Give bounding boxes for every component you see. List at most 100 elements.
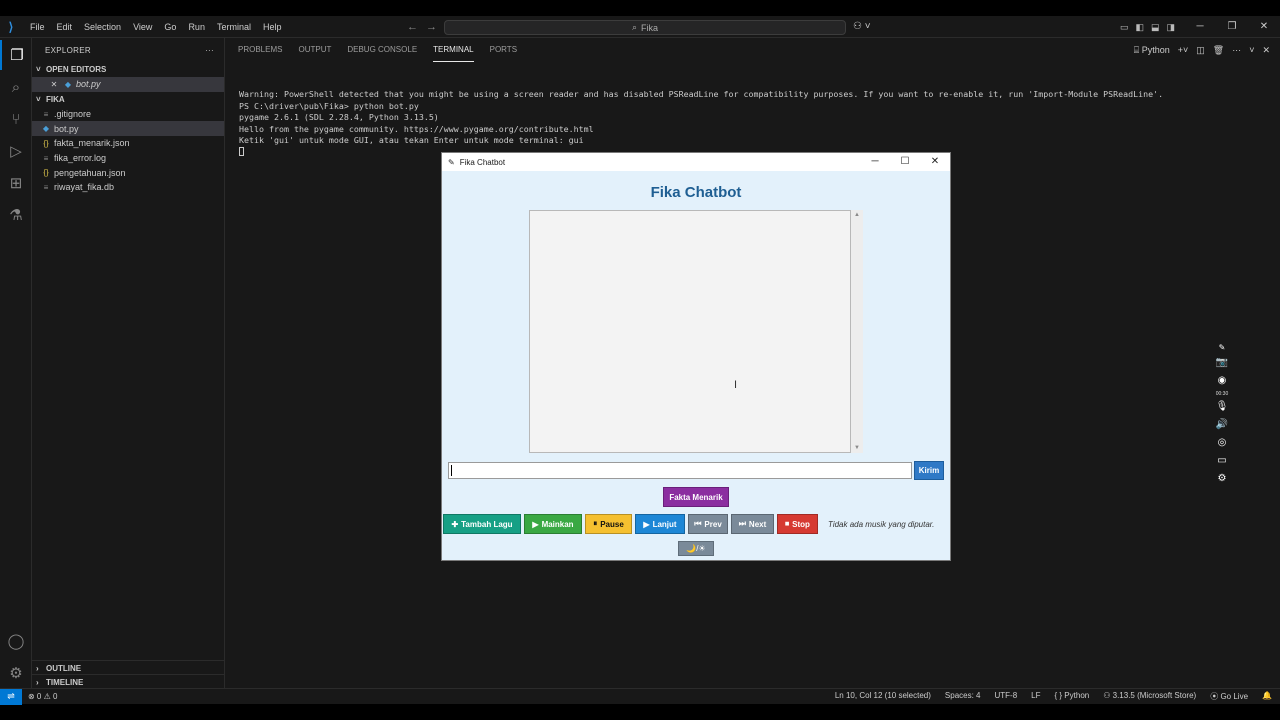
file-item[interactable]: ◆ bot.py	[32, 121, 224, 137]
open-editor-item[interactable]: ✕ ◆ bot.py	[32, 77, 224, 92]
folder-section[interactable]: ˅ FIKA	[32, 92, 224, 107]
pause-button[interactable]: ⏸ Pause	[585, 514, 632, 534]
toggle-sidebar-icon[interactable]: ◧	[1136, 16, 1145, 38]
file-name: fika_error.log	[54, 153, 107, 164]
python-interpreter[interactable]: ⚇ 3.13.5 (Microsoft Store)	[1103, 691, 1196, 702]
explorer-title: EXPLORER	[45, 45, 91, 55]
testing-icon[interactable]: ⚗	[0, 200, 32, 230]
lanjut-label: Lanjut	[652, 519, 677, 529]
tab-problems[interactable]: PROBLEMS	[238, 38, 282, 62]
file-item[interactable]: ≡ riwayat_fika.db	[32, 180, 224, 195]
terminal-shell-label[interactable]: ⌸ Python	[1134, 45, 1170, 56]
prev-button[interactable]: ⏮ Prev	[688, 514, 728, 534]
play-button[interactable]: ▶ Mainkan	[524, 514, 582, 534]
customize-layout-icon[interactable]: ▭	[1120, 16, 1129, 38]
maximize-icon[interactable]: ☐	[890, 153, 920, 171]
chat-history-area[interactable]	[529, 210, 851, 453]
minimize-icon[interactable]: ─	[860, 153, 890, 171]
file-item[interactable]: ≡ .gitignore	[32, 107, 224, 122]
record-timer: 00:30	[1215, 391, 1229, 397]
menu-terminal[interactable]: Terminal	[211, 16, 257, 38]
layout-controls: ▭ ◧ ⬓ ◨	[1120, 16, 1175, 38]
db-file-icon: ≡	[43, 182, 49, 192]
speaker-icon[interactable]: 🔊	[1216, 416, 1228, 434]
minimize-icon[interactable]: ─	[1184, 16, 1216, 38]
stop-button[interactable]: ⏹ Stop	[777, 514, 818, 534]
extensions-icon[interactable]: ⊞	[0, 168, 32, 198]
file-item[interactable]: {} pengetahuan.json	[32, 165, 224, 180]
settings-gear-icon[interactable]: ⚙	[0, 658, 32, 688]
encoding[interactable]: UTF-8	[995, 691, 1018, 702]
add-song-button[interactable]: ✚ Tambah Lagu	[443, 514, 521, 534]
command-center-search[interactable]: ⌕ Fika	[444, 20, 846, 35]
menu-edit[interactable]: Edit	[51, 16, 79, 38]
pen-icon[interactable]: ✎	[1219, 342, 1226, 354]
restore-icon[interactable]: ❐	[1216, 16, 1248, 38]
language-mode[interactable]: { } Python	[1055, 691, 1090, 702]
fika-window-controls: ─ ☐ ✕	[860, 153, 950, 171]
explorer-icon[interactable]: ❐	[0, 40, 32, 70]
panel-actions: ⌸ Python +˅ ◫ 🗑 ··· ˅ ✕	[1134, 38, 1270, 62]
file-item[interactable]: {} fakta_menarik.json	[32, 136, 224, 151]
menu-go[interactable]: Go	[158, 16, 182, 38]
tab-ports[interactable]: PORTS	[490, 38, 517, 62]
close-icon[interactable]: ✕	[1248, 16, 1280, 38]
file-item[interactable]: ≡ fika_error.log	[32, 151, 224, 166]
search-icon[interactable]: ⌕	[0, 72, 32, 102]
indentation[interactable]: Spaces: 4	[945, 691, 981, 702]
pause-label: Pause	[600, 519, 624, 529]
scroll-down-arrow-icon[interactable]: ▼	[851, 445, 863, 451]
menu-selection[interactable]: Selection	[78, 16, 127, 38]
camera-icon[interactable]: 📷	[1216, 354, 1228, 372]
window-icon[interactable]: ▭	[1217, 452, 1226, 470]
close-icon[interactable]: ✕	[920, 153, 950, 171]
lanjut-button[interactable]: ▶ Lanjut	[635, 514, 685, 534]
toggle-secondary-sidebar-icon[interactable]: ◨	[1167, 16, 1176, 38]
kill-terminal-icon[interactable]: 🗑	[1213, 45, 1224, 56]
source-control-icon[interactable]: ⑂	[0, 104, 32, 134]
split-terminal-icon[interactable]: ◫	[1196, 45, 1205, 56]
maximize-panel-icon[interactable]: ˅	[1249, 45, 1254, 55]
input-caret	[451, 465, 452, 476]
chat-scrollbar[interactable]: ▲ ▼	[851, 210, 863, 453]
explorer-sidebar: EXPLORER ··· ˅ OPEN EDITORS ✕ ◆ bot.py ˅…	[32, 38, 225, 688]
scroll-up-arrow-icon[interactable]: ▲	[851, 212, 863, 218]
end-of-line[interactable]: LF	[1031, 691, 1040, 702]
theme-toggle-button[interactable]: 🌙/☀	[678, 541, 714, 556]
cursor-position[interactable]: Ln 10, Col 12 (10 selected)	[835, 691, 931, 702]
forward-arrow-icon[interactable]: →	[426, 16, 437, 38]
run-debug-icon[interactable]: ▷	[0, 136, 32, 166]
message-input[interactable]	[448, 462, 912, 479]
menu-run[interactable]: Run	[182, 16, 211, 38]
terminal-icon: ⌸	[1133, 44, 1142, 55]
next-button[interactable]: ⏭ Next	[731, 514, 774, 534]
tab-debug-console[interactable]: DEBUG CONSOLE	[347, 38, 417, 62]
interpreter-icon: ⚇	[1103, 691, 1113, 700]
tab-output[interactable]: OUTPUT	[298, 38, 331, 62]
more-actions-icon[interactable]: ···	[205, 46, 214, 55]
fakta-menarik-button[interactable]: Fakta Menarik	[663, 487, 729, 507]
menu-view[interactable]: View	[127, 16, 158, 38]
toggle-panel-icon[interactable]: ⬓	[1151, 16, 1160, 38]
back-arrow-icon[interactable]: ←	[407, 16, 418, 38]
open-editors-section[interactable]: ˅ OPEN EDITORS	[32, 62, 224, 77]
more-actions-icon[interactable]: ···	[1232, 45, 1241, 55]
menu-help[interactable]: Help	[257, 16, 288, 38]
close-panel-icon[interactable]: ✕	[1262, 45, 1270, 56]
send-button[interactable]: Kirim	[914, 461, 944, 480]
tab-terminal[interactable]: TERMINAL	[433, 39, 474, 62]
microphone-icon[interactable]: 🎙	[1216, 398, 1229, 416]
menu-file[interactable]: File	[24, 16, 51, 38]
problems-count[interactable]: ⊗ 0 ⚠ 0	[28, 692, 57, 701]
new-terminal-icon[interactable]: +˅	[1178, 45, 1189, 55]
remote-indicator-icon[interactable]: ⇌	[0, 688, 22, 705]
record-icon[interactable]: ◉	[1218, 372, 1227, 390]
account-icon[interactable]: ◯	[0, 626, 32, 656]
copilot-icon[interactable]: ⚇ ˅	[853, 16, 871, 38]
webcam-icon[interactable]: ◎	[1218, 434, 1227, 452]
go-live-button[interactable]: ⦿ Go Live	[1210, 691, 1248, 702]
explorer-header: EXPLORER ···	[32, 38, 224, 62]
notifications-bell-icon[interactable]: 🔔	[1262, 691, 1272, 702]
settings-gear-icon[interactable]: ⚙	[1218, 470, 1227, 488]
close-editor-icon[interactable]: ✕	[48, 80, 60, 89]
